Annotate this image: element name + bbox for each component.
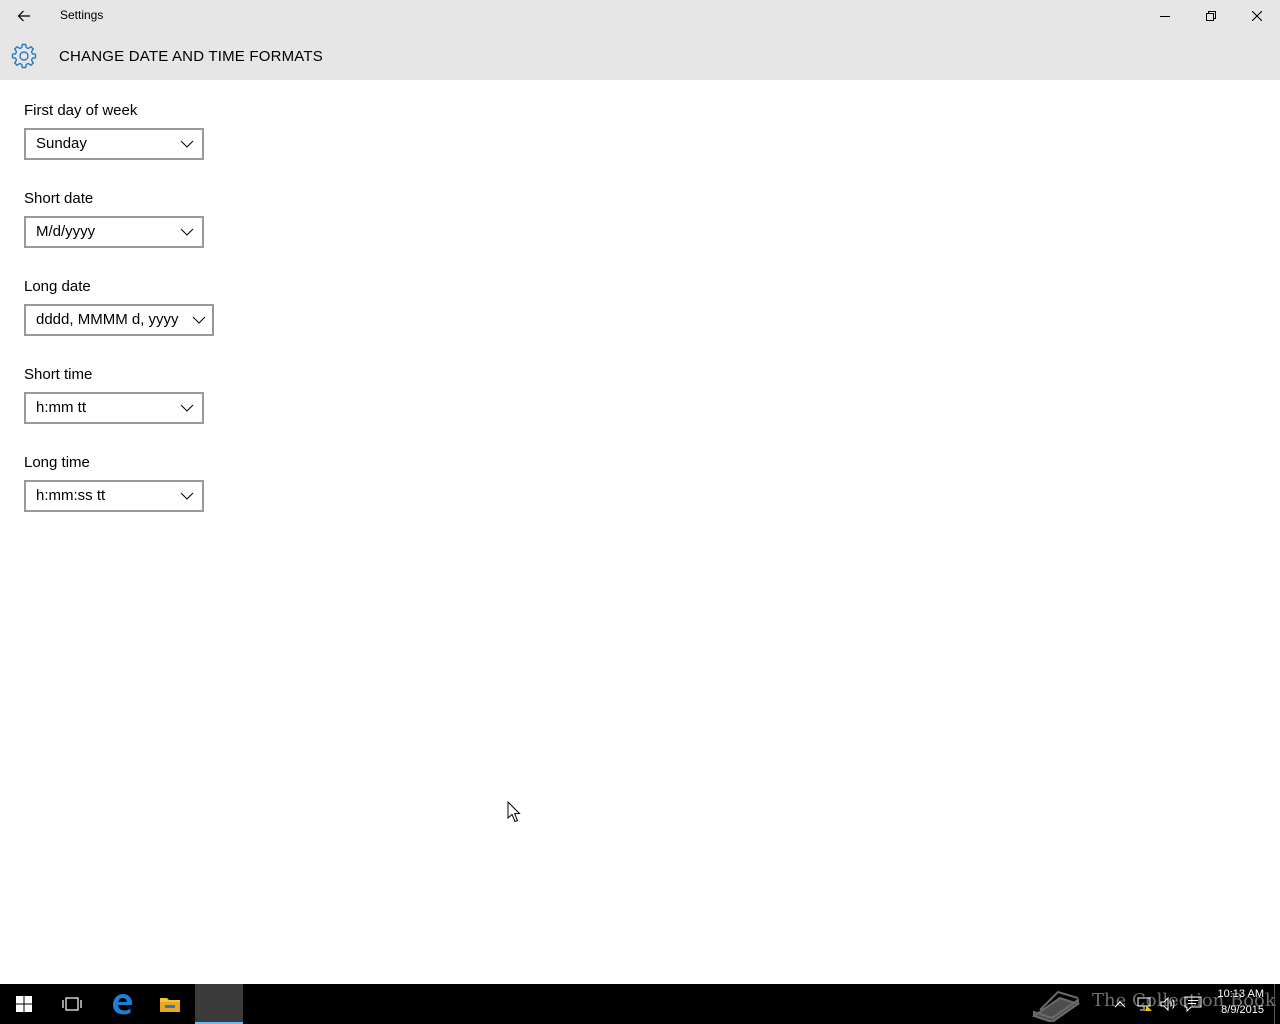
chevron-down-icon	[180, 492, 194, 500]
first-day-of-week-label: First day of week	[24, 102, 138, 119]
long-date-dropdown[interactable]: dddd, MMMM d, yyyy	[24, 304, 214, 336]
long-time-dropdown[interactable]: h:mm:ss tt	[24, 480, 204, 512]
chevron-up-icon	[1114, 1001, 1126, 1008]
first-day-of-week-dropdown[interactable]: Sunday	[24, 128, 204, 160]
long-date-value: dddd, MMMM d, yyyy	[36, 311, 179, 328]
network-icon	[1137, 997, 1152, 1011]
page-title: CHANGE DATE AND TIME FORMATS	[59, 48, 323, 65]
page-header: CHANGE DATE AND TIME FORMATS	[0, 32, 1280, 80]
short-date-label: Short date	[24, 190, 94, 207]
show-desktop-button[interactable]	[1274, 984, 1275, 1024]
back-arrow-icon	[17, 10, 30, 22]
start-button[interactable]	[0, 984, 48, 1024]
action-center-button[interactable]	[1183, 994, 1203, 1014]
volume-icon	[1160, 996, 1175, 1012]
short-time-dropdown[interactable]: h:mm tt	[24, 392, 204, 424]
folder-icon	[160, 998, 180, 1012]
action-center-icon	[1184, 996, 1202, 1012]
close-button[interactable]	[1234, 0, 1280, 32]
chevron-down-icon	[192, 316, 206, 324]
back-button[interactable]	[0, 0, 48, 32]
edge-browser-button[interactable]	[98, 984, 146, 1024]
clock-time[interactable]: 10:13 AM	[1212, 988, 1264, 1000]
short-date-value: M/d/yyyy	[36, 223, 96, 240]
show-hidden-icons-button[interactable]	[1110, 994, 1130, 1014]
windows-logo-icon	[16, 996, 32, 1012]
task-view-button[interactable]	[48, 984, 96, 1024]
long-time-value: h:mm:ss tt	[36, 487, 106, 504]
edge-icon	[113, 994, 132, 1015]
clock-date[interactable]: 8/9/2015	[1212, 1004, 1264, 1016]
gear-icon	[11, 43, 37, 69]
chevron-down-icon	[180, 404, 194, 412]
short-time-label: Short time	[24, 366, 93, 383]
taskbar: The Collection Book 10:13 AM 8/9/2015	[0, 984, 1280, 1024]
close-icon	[1252, 11, 1262, 21]
first-day-of-week-value: Sunday	[36, 135, 87, 152]
file-explorer-button[interactable]	[146, 984, 194, 1024]
mouse-cursor-icon	[507, 801, 521, 823]
restore-button[interactable]	[1188, 0, 1234, 32]
restore-icon	[1206, 11, 1216, 21]
minimize-icon	[1160, 16, 1170, 17]
short-date-dropdown[interactable]: M/d/yyyy	[24, 216, 204, 248]
app-title: Settings	[60, 8, 104, 22]
settings-app-taskbar-button[interactable]	[195, 984, 243, 1024]
network-tray-button[interactable]	[1134, 994, 1154, 1014]
chevron-down-icon	[180, 140, 194, 148]
short-time-value: h:mm tt	[36, 399, 87, 416]
minimize-button[interactable]	[1142, 0, 1188, 32]
task-view-icon	[62, 997, 82, 1011]
long-time-label: Long time	[24, 454, 90, 471]
chevron-down-icon	[180, 228, 194, 236]
long-date-label: Long date	[24, 278, 91, 295]
title-bar: Settings	[0, 0, 1280, 32]
volume-tray-button[interactable]	[1158, 994, 1178, 1014]
book-logo-icon	[1031, 990, 1081, 1022]
